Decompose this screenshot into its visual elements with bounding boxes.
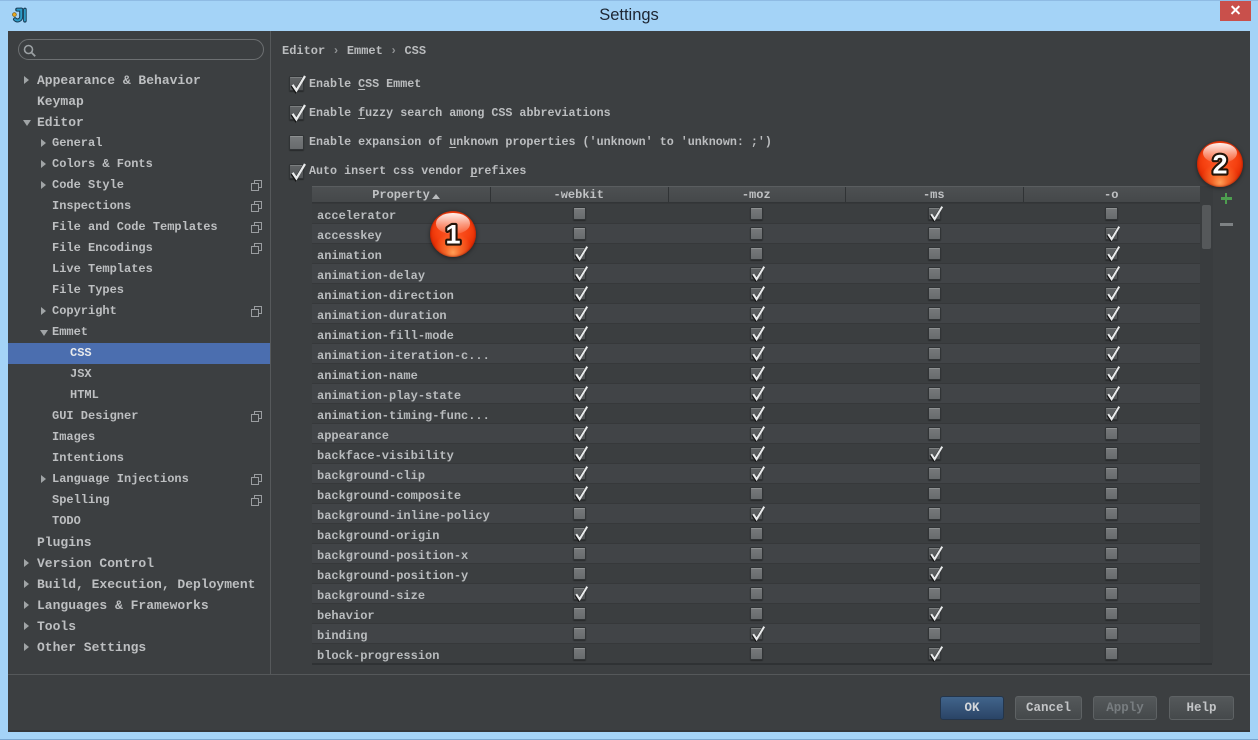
svg-text:1: 1	[445, 220, 460, 250]
svg-text:2: 2	[1212, 149, 1227, 179]
